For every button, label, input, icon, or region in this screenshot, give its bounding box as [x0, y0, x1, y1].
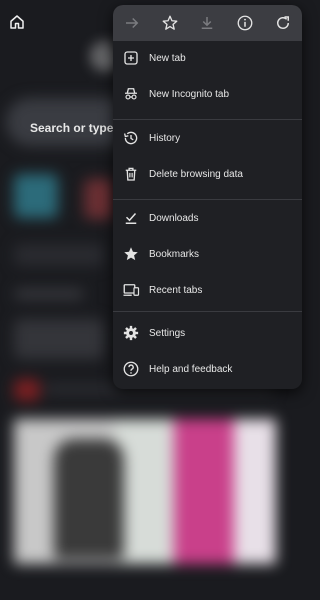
info-icon: [237, 15, 253, 31]
refresh-icon: [277, 16, 290, 29]
menu-item-label: Recent tabs: [149, 284, 203, 296]
menu-divider: [113, 311, 302, 312]
menu-item-help-and-feedback[interactable]: Help and feedback: [113, 352, 302, 386]
new-tab-icon: [121, 48, 141, 68]
settings-icon: [121, 323, 141, 343]
download-icon: [202, 17, 213, 29]
recent-tabs-icon: [121, 280, 141, 300]
trash-icon: [121, 164, 141, 184]
menu-item-downloads[interactable]: Downloads: [113, 201, 302, 235]
content-block: [14, 379, 40, 401]
downloads-icon: [121, 208, 141, 228]
menu-item-history[interactable]: History: [113, 121, 302, 155]
menu-item-label: Delete browsing data: [149, 168, 243, 180]
menu-item-label: Help and feedback: [149, 363, 233, 375]
menu-item-label: New tab: [149, 52, 186, 64]
menu-divider: [113, 119, 302, 120]
menu-item-recent-tabs[interactable]: Recent tabs: [113, 273, 302, 307]
home-button[interactable]: [5, 10, 29, 34]
star-outline-icon: [162, 15, 178, 30]
star-icon: [121, 244, 141, 264]
menu-item-label: New Incognito tab: [149, 88, 230, 100]
menu-divider: [113, 199, 302, 200]
arrow-right-icon: [125, 17, 139, 29]
shortcut-tile: [14, 244, 104, 266]
menu-item-delete-browsing-data[interactable]: Delete browsing data: [113, 157, 302, 191]
menu-toolbar: [113, 5, 302, 41]
menu-item-label: Settings: [149, 327, 186, 339]
home-icon: [10, 15, 24, 29]
menu-item-new-tab[interactable]: New tab: [113, 41, 302, 75]
shortcut-tile: [14, 174, 58, 218]
bookmark-button[interactable]: [158, 11, 182, 35]
menu-item-label: Bookmarks: [149, 248, 200, 260]
article-thumbnail: [14, 419, 276, 564]
incognito-icon: [121, 84, 141, 104]
history-icon: [121, 128, 141, 148]
help-icon: [121, 359, 141, 379]
shortcut-tile: [84, 179, 114, 219]
menu-item-settings[interactable]: Settings: [113, 316, 302, 350]
page-info-button[interactable]: [233, 11, 257, 35]
content-block: [14, 289, 84, 299]
forward-button[interactable]: [120, 11, 144, 35]
menu-item-bookmarks[interactable]: Bookmarks: [113, 237, 302, 271]
overflow-menu: New tab New Incognito tab History Delete…: [113, 5, 302, 389]
menu-item-label: Downloads: [149, 212, 199, 224]
refresh-button[interactable]: [271, 11, 295, 35]
content-block: [14, 319, 104, 359]
menu-item-new-incognito-tab[interactable]: New Incognito tab: [113, 77, 302, 111]
download-button[interactable]: [195, 11, 219, 35]
menu-item-label: History: [149, 132, 181, 144]
search-placeholder: Search or type U: [30, 121, 126, 135]
